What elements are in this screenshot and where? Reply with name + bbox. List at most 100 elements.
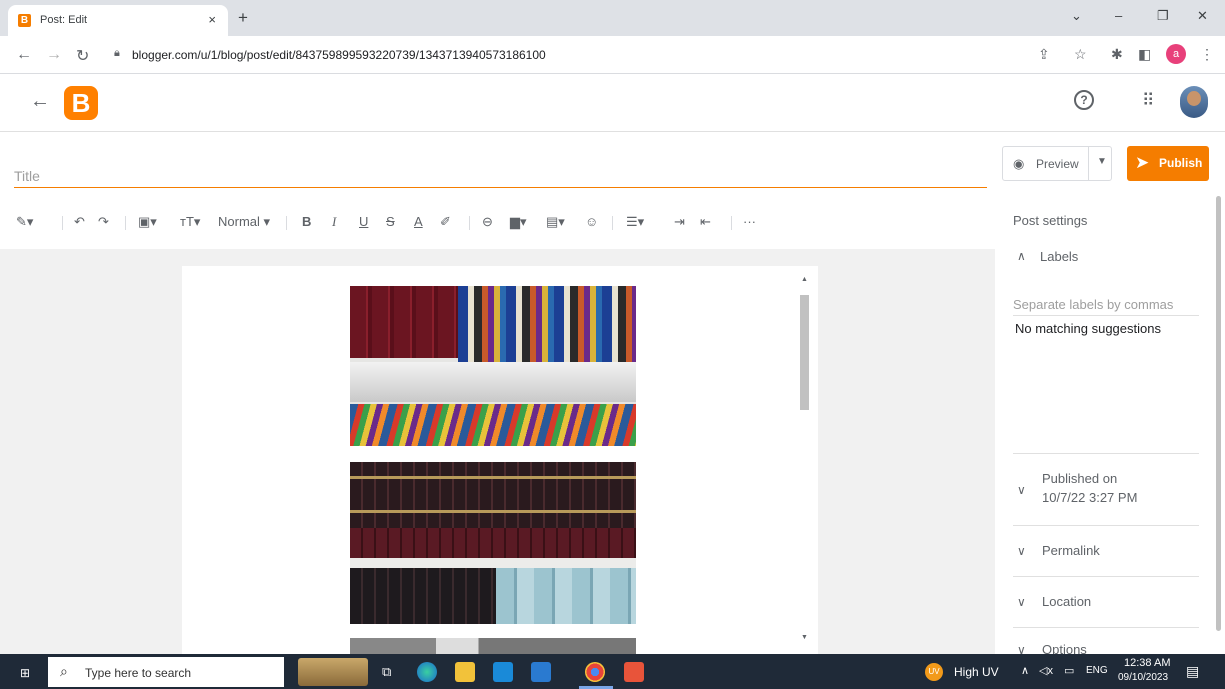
apps-grid-icon[interactable]: ⠿ [1142, 91, 1154, 111]
post-title-input[interactable]: Title [14, 160, 987, 188]
notifications-icon[interactable]: ▤ [1186, 663, 1199, 680]
forward-icon[interactable]: → [46, 46, 62, 64]
permalink-expand-icon[interactable]: ∨ [1017, 544, 1026, 558]
indent-increase-icon[interactable]: ⇥ [674, 214, 685, 230]
emoji-icon[interactable]: ☺ [585, 214, 598, 229]
edge-icon[interactable] [417, 662, 437, 682]
location-expand-icon[interactable]: ∨ [1017, 595, 1026, 609]
scroll-up-icon[interactable]: ▲ [801, 276, 808, 283]
link-icon[interactable]: ⊖ [482, 214, 493, 230]
labels-section-title[interactable]: Labels [1040, 249, 1078, 264]
paragraph-style-label: Normal [218, 214, 260, 229]
bookshelf-photo-1[interactable] [350, 286, 636, 446]
volume-muted-icon[interactable]: ◁x [1039, 664, 1053, 677]
toolbar-divider [612, 216, 613, 230]
blogger-logo-icon[interactable]: B [64, 86, 98, 120]
help-icon[interactable]: ? [1074, 90, 1094, 110]
close-window-button[interactable]: ✕ [1197, 8, 1208, 24]
highlight-marker-icon[interactable]: ✐ [440, 214, 451, 230]
chrome-menu-icon[interactable]: ⋮ [1200, 46, 1214, 63]
published-on-value: 10/7/22 3:27 PM [1042, 490, 1138, 505]
side-panel-icon[interactable]: ◧ [1138, 46, 1151, 63]
back-arrow-icon[interactable]: ← [30, 90, 50, 113]
toolbar-divider [286, 216, 287, 230]
text-color-button[interactable]: A [414, 214, 423, 229]
compose-mode-icon[interactable]: ✎▾ [16, 214, 33, 230]
labels-input[interactable]: Separate labels by commas [1013, 297, 1173, 312]
editor-toolbar: ✎▾ ↶ ↷ ▣▾ ᴛT▾ Normal ▾ B I U S A ✐ ⊖ ▆▾ … [0, 205, 995, 241]
search-highlight-image[interactable] [298, 658, 368, 686]
insert-image-icon[interactable]: ▆▾ [510, 214, 527, 230]
task-view-icon[interactable]: ⧉ [382, 664, 391, 680]
redo-icon[interactable]: ↷ [98, 214, 109, 230]
extensions-puzzle-icon[interactable]: ✱ [1111, 46, 1123, 63]
bold-button[interactable]: B [302, 214, 311, 229]
location-section-title[interactable]: Location [1042, 594, 1091, 609]
search-icon: ⌕ [60, 663, 68, 679]
windows-start-icon[interactable]: ⊞ [20, 666, 30, 680]
toolbar-divider [469, 216, 470, 230]
profile-avatar[interactable]: a [1166, 44, 1186, 64]
share-icon[interactable]: ⇪ [1038, 46, 1050, 63]
restore-button[interactable]: ❐ [1157, 8, 1169, 24]
app-q-icon[interactable] [624, 662, 644, 682]
mail-icon[interactable] [493, 662, 513, 682]
store-icon[interactable] [531, 662, 551, 682]
back-icon[interactable]: ← [16, 46, 32, 64]
tab-title: Post: Edit [40, 14, 88, 26]
tab-search-chevron-icon[interactable]: ⌄ [1071, 8, 1082, 24]
tab-strip: B Post: Edit × + ⌄ – ❐ ✕ [0, 0, 1225, 36]
editor-scrollbar[interactable]: ▲ ▼ [796, 270, 814, 648]
clock-time[interactable]: 12:38 AM [1124, 657, 1170, 669]
minimize-button[interactable]: – [1115, 8, 1122, 23]
tab-post-edit[interactable]: B Post: Edit × [8, 5, 228, 36]
preview-dropdown-icon[interactable]: ▼ [1097, 156, 1107, 167]
weather-text[interactable]: High UV [954, 665, 999, 679]
blogger-favicon-icon: B [18, 14, 31, 27]
section-divider [1013, 525, 1199, 526]
indent-decrease-icon[interactable]: ⇤ [700, 214, 711, 230]
published-on-expand-icon[interactable]: ∨ [1017, 483, 1026, 497]
section-divider [1013, 627, 1199, 628]
clock-date[interactable]: 09/10/2023 [1118, 672, 1168, 683]
network-icon[interactable]: ▭ [1064, 664, 1074, 677]
scrollbar-thumb[interactable] [800, 295, 809, 410]
insert-video-icon[interactable]: ▤▾ [546, 214, 565, 230]
italic-button[interactable]: I [332, 214, 336, 230]
show-hidden-icons-icon[interactable]: ∧ [1021, 664, 1029, 677]
tab-close-icon[interactable]: × [208, 12, 216, 27]
file-explorer-icon[interactable] [455, 662, 475, 682]
weather-badge[interactable]: UV [925, 663, 943, 681]
bookshelf-photo-2[interactable] [350, 462, 636, 624]
taskbar-search-box[interactable]: ⌕ Type here to search [48, 657, 284, 687]
font-size-icon[interactable]: ᴛT▾ [180, 214, 200, 230]
account-avatar[interactable] [1180, 86, 1208, 118]
publish-button[interactable]: ➤ Publish [1127, 146, 1209, 181]
new-tab-button[interactable]: + [238, 8, 248, 28]
undo-icon[interactable]: ↶ [74, 214, 85, 230]
language-indicator[interactable]: ENG [1086, 665, 1108, 676]
section-divider [1013, 576, 1199, 577]
chrome-icon[interactable] [585, 662, 605, 682]
preview-divider [1088, 147, 1089, 180]
lock-icon[interactable]: 🔒︎ [114, 47, 120, 60]
more-options-button[interactable]: ··· [743, 214, 756, 229]
url-text[interactable]: blogger.com/u/1/blog/post/edit/843759899… [132, 48, 546, 62]
omnibox[interactable]: 🔒︎ blogger.com/u/1/blog/post/edit/843759… [106, 42, 1036, 68]
send-icon: ➤ [1135, 153, 1150, 172]
scroll-down-icon[interactable]: ▼ [801, 634, 808, 641]
align-icon[interactable]: ☰▾ [626, 214, 644, 230]
preview-button[interactable]: ◉ Preview ▼ [1002, 146, 1112, 181]
taskbar-search-placeholder: Type here to search [85, 666, 192, 680]
labels-collapse-icon[interactable]: ∧ [1017, 249, 1026, 263]
reload-icon[interactable]: ↻ [76, 46, 89, 66]
permalink-section-title[interactable]: Permalink [1042, 543, 1100, 558]
published-on-label[interactable]: Published on [1042, 471, 1117, 486]
font-icon[interactable]: ▣▾ [138, 214, 157, 230]
bookmark-star-icon[interactable]: ☆ [1074, 46, 1087, 63]
paragraph-style-dropdown[interactable]: Normal ▾ [218, 214, 270, 230]
strikethrough-button[interactable]: S [386, 214, 395, 229]
post-body[interactable] [182, 266, 818, 656]
settings-scrollbar[interactable] [1216, 196, 1221, 631]
underline-button[interactable]: U [359, 214, 368, 229]
